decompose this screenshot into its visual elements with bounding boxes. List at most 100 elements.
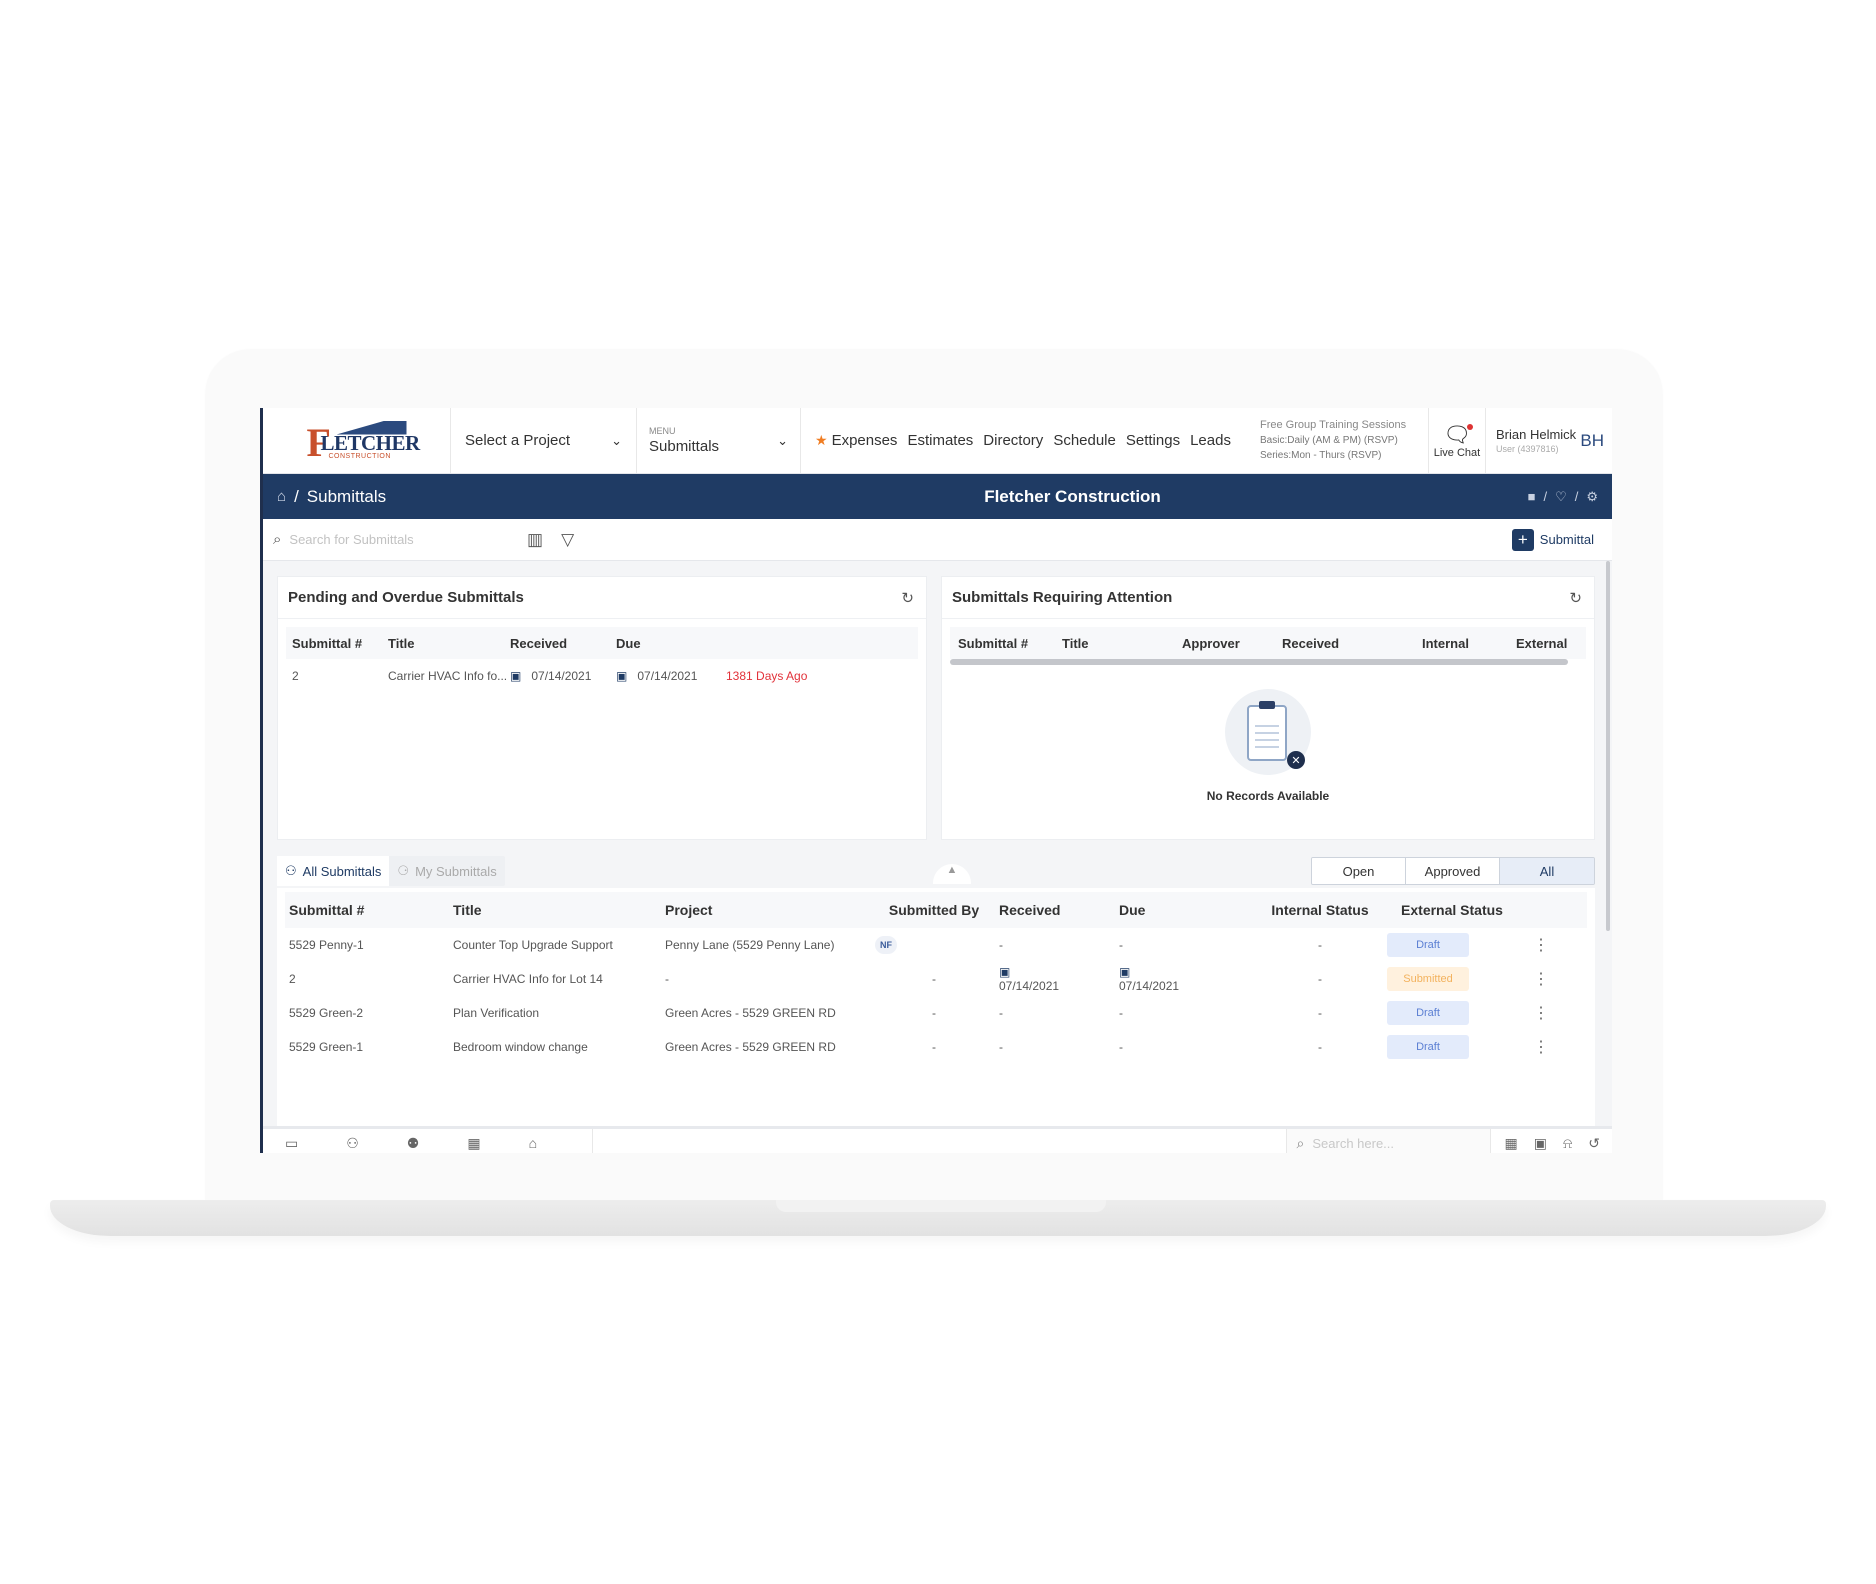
received-date: 07/14/2021 <box>999 979 1060 993</box>
filter-all[interactable]: All <box>1500 858 1594 884</box>
cell-submittal-num: 5529 Green-2 <box>289 1006 364 1020</box>
nav-leads[interactable]: Leads <box>1190 432 1231 449</box>
col-internal-status[interactable]: Internal Status <box>1253 902 1387 918</box>
home-icon[interactable]: ⌂ <box>277 488 286 505</box>
tab-all-submittals[interactable]: ⚇ All Submittals <box>277 856 390 886</box>
table-row[interactable]: 5529 Penny-1 Counter Top Upgrade Support… <box>285 928 1587 962</box>
clipboard-body <box>1247 705 1287 761</box>
cell-internal-status: - <box>1318 972 1322 986</box>
table-row[interactable]: 5529 Green-2 Plan Verification Green Acr… <box>285 996 1587 1030</box>
col-submitted-by[interactable]: Submitted By <box>875 902 993 918</box>
col-project[interactable]: Project <box>665 902 875 918</box>
separator-slash: / <box>1543 488 1548 504</box>
col-title[interactable]: Title <box>453 902 665 918</box>
more-vertical-icon[interactable]: ⋮ <box>1517 1037 1565 1057</box>
table-header: Submittal # Title Project Submitted By R… <box>285 892 1587 928</box>
pending-overdue-panel: Pending and Overdue Submittals ↻ Submitt… <box>277 576 927 840</box>
user-menu[interactable]: Brian Helmick User (4397816) BH <box>1486 408 1612 473</box>
empty-state: ✕ No Records Available <box>942 689 1594 803</box>
status-badge: Draft <box>1387 1001 1469 1025</box>
cell-submitted-by: - <box>932 1040 936 1054</box>
cell-submitted-by: NF <box>875 936 993 954</box>
collapse-toggle[interactable]: ▲ <box>933 864 971 884</box>
filter-open[interactable]: Open <box>1312 858 1406 884</box>
search-icon: ⌕ <box>1296 1134 1305 1151</box>
col-internal[interactable]: Internal <box>1422 636 1516 651</box>
lightbulb-icon[interactable]: ♡ <box>1555 489 1567 505</box>
more-vertical-icon[interactable]: ⋮ <box>1517 935 1565 955</box>
history-icon[interactable]: ↺ <box>1588 1135 1600 1152</box>
live-chat-button[interactable]: 🗨 Live Chat <box>1428 408 1486 473</box>
cell-submitted-by: - <box>932 972 936 986</box>
cell-received: ▣ 07/14/2021 <box>510 669 616 683</box>
person-icon[interactable]: ⚇ <box>346 1135 359 1152</box>
nav-expenses[interactable]: Expenses <box>832 432 898 449</box>
received-date: 07/14/2021 <box>531 669 592 683</box>
training-sessions-link[interactable]: Free Group Training Sessions Basic:Daily… <box>1258 408 1428 473</box>
cell-received: - <box>999 1006 1003 1020</box>
more-vertical-icon[interactable]: ⋮ <box>1517 969 1565 989</box>
bottom-search-placeholder: Search here... <box>1312 1135 1395 1151</box>
nav-estimates[interactable]: Estimates <box>907 432 973 449</box>
col-external-status[interactable]: External Status <box>1387 902 1517 918</box>
nav-schedule[interactable]: Schedule <box>1053 432 1116 449</box>
refresh-icon[interactable]: ↻ <box>901 589 914 607</box>
tab-my-submittals[interactable]: ⚆ My Submittals <box>389 856 504 886</box>
col-due[interactable]: Due <box>1119 902 1253 918</box>
col-approver[interactable]: Approver <box>1182 636 1282 651</box>
company-logo[interactable]: F LETCHER CONSTRUCTION <box>263 408 451 473</box>
table-row[interactable]: 5529 Green-1 Bedroom window change Green… <box>285 1030 1587 1064</box>
filter-icon[interactable]: ▽ <box>561 530 574 550</box>
company-title: Fletcher Construction <box>984 486 1161 506</box>
title-bar: ⌂ / Submittals Fletcher Construction ■ /… <box>263 474 1612 519</box>
video-icon[interactable]: ■ <box>1528 489 1536 505</box>
col-submittal-num[interactable]: Submittal # <box>285 902 453 918</box>
bell-icon[interactable]: ⍾ <box>1563 1135 1572 1152</box>
col-external[interactable]: External <box>1516 636 1576 651</box>
col-due[interactable]: Due <box>616 636 726 651</box>
building-icon[interactable]: ▦ <box>467 1135 480 1152</box>
table-row[interactable]: 2 Carrier HVAC Info for Lot 14 - - ▣ 07/… <box>285 962 1587 996</box>
breadcrumb-current: Submittals <box>306 486 387 506</box>
col-title[interactable]: Title <box>388 636 510 651</box>
more-vertical-icon[interactable]: ⋮ <box>1517 1003 1565 1023</box>
horizontal-scrollbar[interactable] <box>950 659 1568 665</box>
col-received[interactable]: Received <box>1282 636 1422 651</box>
bottom-search-input[interactable]: ⌕ Search here... <box>1285 1129 1490 1153</box>
calendar-add-icon[interactable]: ▣ <box>1534 1135 1547 1152</box>
people-icon[interactable]: ⚉ <box>407 1135 420 1152</box>
avatar: BH <box>1580 430 1604 450</box>
home-icon[interactable]: ⌂ <box>529 1135 537 1151</box>
book-icon[interactable]: ▥ <box>527 530 543 550</box>
user-initials-badge: NF <box>875 936 897 954</box>
bottom-bar: ▭ ⚇ ⚉ ▦ ⌂ ⌕ Search here... ▦ ▣ ⍾ ↺ <box>263 1129 1612 1153</box>
laptop-mockup: F LETCHER CONSTRUCTION Select a Project … <box>0 0 1876 1584</box>
filter-approved[interactable]: Approved <box>1406 858 1500 884</box>
titlebar-tools: ■ / ♡ / ⚙ <box>1502 489 1612 505</box>
table-row[interactable]: 2 Carrier HVAC Info fo... ▣ 07/14/2021 ▣… <box>286 659 918 693</box>
gear-icon[interactable]: ⚙ <box>1586 489 1598 505</box>
nav-directory[interactable]: Directory <box>983 432 1043 449</box>
col-received[interactable]: Received <box>510 636 616 651</box>
col-submittal-num[interactable]: Submittal # <box>950 636 1062 651</box>
col-submittal-num[interactable]: Submittal # <box>286 636 388 651</box>
project-select-label: Select a Project <box>465 432 571 449</box>
add-submittal-button[interactable]: + Submittal <box>1511 528 1594 551</box>
bottom-shortcuts: ▭ ⚇ ⚉ ▦ ⌂ <box>263 1129 593 1153</box>
calendar-grid-icon[interactable]: ▦ <box>1505 1135 1518 1152</box>
col-received[interactable]: Received <box>993 902 1119 918</box>
user-id: User (4397816) <box>1496 444 1559 454</box>
cell-submittal-num: 2 <box>289 972 296 986</box>
separator-slash: / <box>1574 488 1579 504</box>
refresh-icon[interactable]: ↻ <box>1569 589 1582 607</box>
col-title[interactable]: Title <box>1062 636 1182 651</box>
comment-icon[interactable]: ▭ <box>285 1135 298 1152</box>
top-header: F LETCHER CONSTRUCTION Select a Project … <box>263 408 1612 474</box>
nav-settings[interactable]: Settings <box>1126 432 1180 449</box>
vertical-scrollbar[interactable] <box>1606 561 1610 931</box>
status-badge: Draft <box>1387 1035 1469 1059</box>
search-input[interactable]: ⌕ Search for Submittals <box>273 531 509 548</box>
menu-select[interactable]: MENU Submittals ⌄ <box>637 408 801 473</box>
cell-external-status: Draft <box>1387 1035 1517 1059</box>
project-select[interactable]: Select a Project ⌄ <box>451 408 637 473</box>
